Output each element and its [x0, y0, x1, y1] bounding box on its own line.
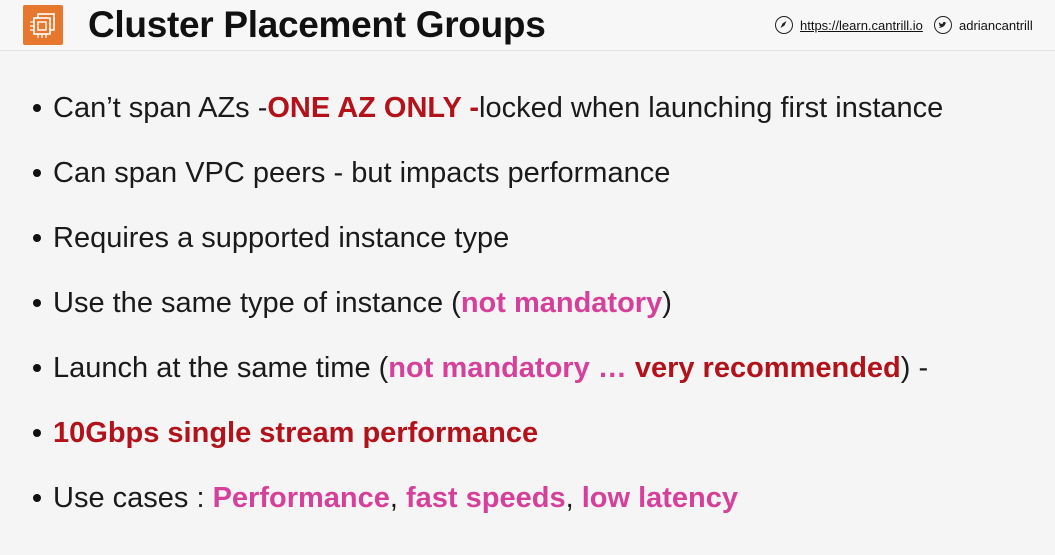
bullet-dot: [33, 299, 41, 307]
bullet-dot: [33, 104, 41, 112]
emphasis-text: ONE AZ ONLY -: [267, 92, 479, 124]
emphasis-text: not mandatory …: [388, 352, 635, 384]
bullet-item: Can’t span AZs - ONE AZ ONLY - locked wh…: [30, 83, 943, 148]
bullet-text: locked when launching first instance: [479, 92, 944, 124]
bullet-item: Use cases : Performance , fast speeds , …: [30, 473, 943, 538]
emphasis-text: not mandatory: [460, 287, 663, 319]
bullet-dot: [33, 494, 41, 502]
social-link[interactable]: adriancantrill: [934, 15, 1033, 35]
bullet-text: Launch at the same time (: [53, 352, 389, 384]
bullet-text: Use cases :: [53, 482, 213, 514]
bullet-list: Can’t span AZs - ONE AZ ONLY - locked wh…: [30, 83, 943, 538]
bullet-dot: [33, 429, 41, 437]
emphasis-text: Performance: [212, 482, 390, 514]
slide-title: Cluster Placement Groups: [88, 4, 546, 45]
bullet-text: Can span VPC peers - but impacts perform…: [53, 157, 671, 189]
compass-icon: [775, 16, 793, 34]
emphasis-text: low latency: [581, 482, 739, 514]
emphasis-text: fast speeds: [406, 482, 566, 514]
bullet-text: ): [662, 287, 672, 319]
bullet-text: ,: [389, 482, 406, 514]
bullet-text: ) -: [900, 352, 929, 384]
bullet-item: Can span VPC peers - but impacts perform…: [30, 148, 943, 213]
site-link-text[interactable]: https://learn.cantrill.io: [800, 18, 923, 33]
bullet-text: Use the same type of instance (: [53, 287, 461, 319]
bullet-dot: [33, 234, 41, 242]
site-link[interactable]: https://learn.cantrill.io: [775, 15, 923, 35]
bullet-text: Can’t span AZs -: [53, 92, 268, 124]
bullet-item: 10Gbps single stream performance: [30, 408, 943, 473]
ec2-cluster-icon: [23, 5, 63, 45]
emphasis-text: very recommended: [634, 352, 901, 384]
emphasis-text: 10Gbps single stream performance: [53, 417, 539, 449]
bullet-item: Launch at the same time ( not mandatory …: [30, 343, 943, 408]
slide-header: Cluster Placement Groups https://learn.c…: [0, 0, 1055, 51]
social-handle[interactable]: adriancantrill: [959, 18, 1033, 33]
bullet-text: Requires a supported instance type: [53, 222, 510, 254]
bullet-item: Use the same type of instance ( not mand…: [30, 278, 943, 343]
twitter-icon: [934, 16, 952, 34]
bullet-dot: [33, 169, 41, 177]
bullet-dot: [33, 364, 41, 372]
bullet-text: ,: [565, 482, 582, 514]
bullet-item: Requires a supported instance type: [30, 213, 943, 278]
